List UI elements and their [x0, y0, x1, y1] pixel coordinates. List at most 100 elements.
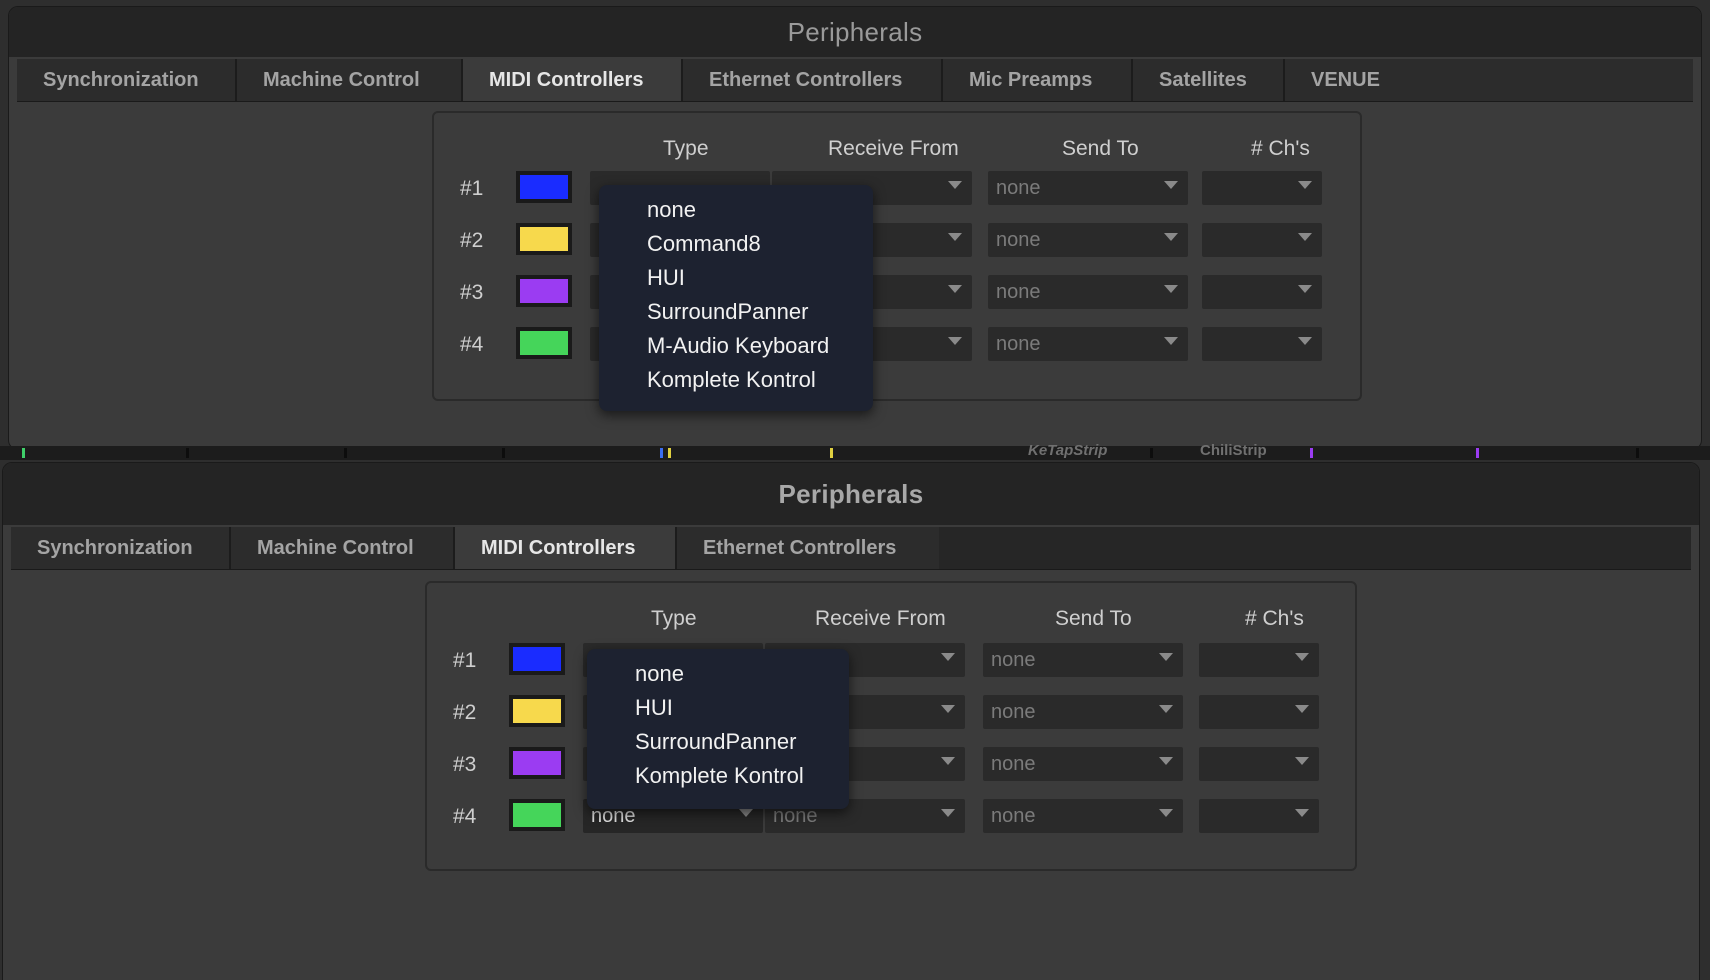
tab-machine-control[interactable]: Machine Control	[231, 527, 455, 569]
chevron-down-icon	[1295, 757, 1309, 765]
dropdown-option-m-audio-keyboard[interactable]: M-Audio Keyboard	[599, 329, 873, 363]
track-marker	[830, 448, 833, 458]
window-title: Peripherals	[778, 478, 924, 509]
channels-select-1[interactable]	[1199, 643, 1319, 677]
chevron-down-icon	[1295, 809, 1309, 817]
dropdown-option-surroundpanner[interactable]: SurroundPanner	[599, 295, 873, 329]
send-to-value-1: none	[991, 648, 1036, 671]
chevron-down-icon	[1295, 705, 1309, 713]
color-swatch-3[interactable]	[509, 747, 565, 779]
dropdown-option-hui[interactable]: HUI	[587, 691, 849, 725]
chevron-down-icon	[1164, 337, 1178, 345]
title-bar[interactable]: Peripherals	[9, 7, 1701, 57]
send-to-select-4[interactable]: none	[983, 799, 1183, 833]
send-to-select-4[interactable]: none	[988, 327, 1188, 361]
tab-bar-filler	[939, 527, 1691, 569]
tab-bar: Synchronization Machine Control MIDI Con…	[17, 59, 1693, 102]
send-to-select-3[interactable]: none	[988, 275, 1188, 309]
tab-mic-preamps[interactable]: Mic Preamps	[943, 59, 1133, 101]
send-to-value-2: none	[996, 228, 1041, 251]
dropdown-option-komplete-kontrol[interactable]: Komplete Kontrol	[599, 363, 873, 397]
color-swatch-4[interactable]	[509, 799, 565, 831]
send-to-value-1: none	[996, 176, 1041, 199]
tab-machine-control[interactable]: Machine Control	[237, 59, 463, 101]
row-label-4: #4	[460, 333, 484, 356]
title-bar[interactable]: Peripherals	[3, 463, 1699, 525]
track-marker	[1476, 448, 1479, 458]
row-label-3: #3	[453, 753, 477, 776]
chevron-down-icon	[941, 809, 955, 817]
send-to-select-2[interactable]: none	[983, 695, 1183, 729]
chevron-down-icon	[1164, 233, 1178, 241]
track-divider	[1636, 448, 1639, 458]
type-dropdown-menu: none HUI SurroundPanner Komplete Kontrol	[587, 649, 849, 809]
tab-bar: Synchronization Machine Control MIDI Con…	[11, 527, 1691, 570]
dropdown-option-command8[interactable]: Command8	[599, 227, 873, 261]
row-label-1: #1	[460, 177, 484, 200]
chevron-down-icon	[1164, 285, 1178, 293]
midi-controllers-panel: Type Receive From Send To # Ch's #1 none…	[425, 581, 1357, 871]
track-divider	[502, 448, 505, 458]
screen: Peripherals Synchronization Machine Cont…	[0, 0, 1710, 980]
channels-select-2[interactable]	[1202, 223, 1322, 257]
channels-select-2[interactable]	[1199, 695, 1319, 729]
row-label-2: #2	[453, 701, 477, 724]
chevron-down-icon	[1298, 337, 1312, 345]
tab-venue[interactable]: VENUE	[1285, 59, 1693, 101]
tab-midi-controllers[interactable]: MIDI Controllers	[463, 59, 683, 101]
dropdown-option-surroundpanner[interactable]: SurroundPanner	[587, 725, 849, 759]
tab-satellites[interactable]: Satellites	[1133, 59, 1285, 101]
chevron-down-icon	[739, 809, 753, 817]
chevron-down-icon	[948, 337, 962, 345]
peripherals-window-top: Peripherals Synchronization Machine Cont…	[8, 6, 1702, 450]
tab-synchronization[interactable]: Synchronization	[17, 59, 237, 101]
color-swatch-2[interactable]	[516, 223, 572, 255]
channels-select-1[interactable]	[1202, 171, 1322, 205]
column-header-channels: # Ch's	[1251, 137, 1310, 160]
color-swatch-1[interactable]	[516, 171, 572, 203]
chevron-down-icon	[1298, 233, 1312, 241]
chevron-down-icon	[941, 653, 955, 661]
send-to-value-3: none	[996, 280, 1041, 303]
channels-select-3[interactable]	[1202, 275, 1322, 309]
color-swatch-3[interactable]	[516, 275, 572, 307]
tab-ethernet-controllers[interactable]: Ethernet Controllers	[677, 527, 939, 569]
chevron-down-icon	[948, 285, 962, 293]
send-to-value-4: none	[991, 804, 1036, 827]
send-to-select-2[interactable]: none	[988, 223, 1188, 257]
dropdown-option-none[interactable]: none	[587, 657, 849, 691]
dropdown-option-komplete-kontrol[interactable]: Komplete Kontrol	[587, 759, 849, 793]
track-marker	[22, 448, 25, 458]
chevron-down-icon	[1295, 653, 1309, 661]
chevron-down-icon	[948, 181, 962, 189]
send-to-select-1[interactable]: none	[983, 643, 1183, 677]
tab-midi-controllers[interactable]: MIDI Controllers	[455, 527, 677, 569]
channels-select-4[interactable]	[1199, 799, 1319, 833]
chevron-down-icon	[941, 705, 955, 713]
column-header-receive-from: Receive From	[828, 137, 959, 160]
color-swatch-1[interactable]	[509, 643, 565, 675]
dropdown-option-hui[interactable]: HUI	[599, 261, 873, 295]
channels-select-4[interactable]	[1202, 327, 1322, 361]
type-dropdown-menu: none Command8 HUI SurroundPanner M-Audio…	[599, 185, 873, 411]
peripherals-window-bottom: Peripherals Synchronization Machine Cont…	[2, 462, 1700, 980]
tab-synchronization[interactable]: Synchronization	[11, 527, 231, 569]
send-to-value-4: none	[996, 332, 1041, 355]
chevron-down-icon	[1159, 705, 1173, 713]
column-header-type: Type	[663, 137, 709, 160]
tab-ethernet-controllers[interactable]: Ethernet Controllers	[683, 59, 943, 101]
color-swatch-2[interactable]	[509, 695, 565, 727]
chevron-down-icon	[1159, 809, 1173, 817]
row-label-1: #1	[453, 649, 477, 672]
column-header-type: Type	[651, 607, 697, 630]
chevron-down-icon	[941, 757, 955, 765]
dropdown-option-none[interactable]: none	[599, 193, 873, 227]
row-label-2: #2	[460, 229, 484, 252]
channels-select-3[interactable]	[1199, 747, 1319, 781]
color-swatch-4[interactable]	[516, 327, 572, 359]
background-track-strip: KeTapStrip ChiliStrip	[0, 442, 1710, 460]
chevron-down-icon	[1159, 653, 1173, 661]
send-to-select-1[interactable]: none	[988, 171, 1188, 205]
send-to-select-3[interactable]: none	[983, 747, 1183, 781]
send-to-value-2: none	[991, 700, 1036, 723]
